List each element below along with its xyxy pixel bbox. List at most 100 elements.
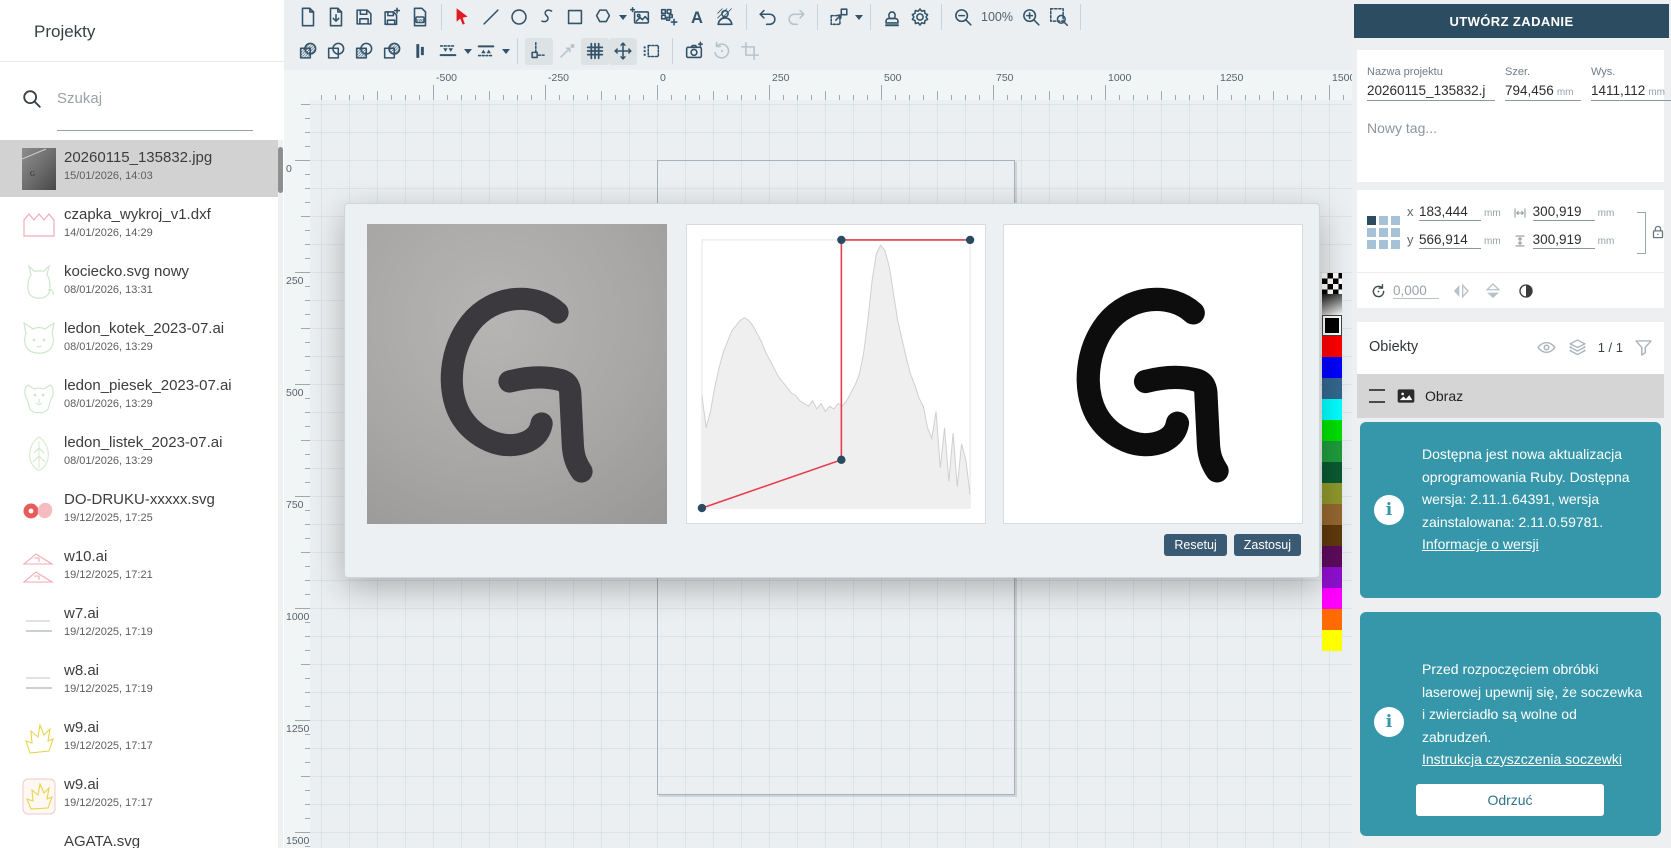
curve-node[interactable]: [698, 504, 706, 512]
version-info-link[interactable]: Informacje o wersji: [1422, 533, 1539, 556]
project-item[interactable]: ledon_listek_2023-07.ai08/01/2026, 13:29: [0, 425, 278, 482]
object-width-field[interactable]: 300,919: [1533, 204, 1595, 221]
new-file-icon[interactable]: [294, 4, 322, 31]
save-as-icon[interactable]: [378, 4, 406, 31]
align-center-icon[interactable]: [406, 38, 434, 65]
exclude-icon[interactable]: [378, 38, 406, 65]
chevron-down-icon[interactable]: [855, 15, 863, 20]
undo-icon[interactable]: [754, 4, 782, 31]
visibility-eye-icon[interactable]: [1536, 337, 1557, 358]
curve-node[interactable]: [837, 456, 845, 464]
color-swatch[interactable]: [1322, 567, 1342, 588]
scale-icon[interactable]: [553, 38, 581, 65]
color-swatch[interactable]: [1322, 378, 1342, 399]
camera-icon[interactable]: [680, 38, 708, 65]
zoom-in-icon[interactable]: [1017, 4, 1045, 31]
project-height-field[interactable]: 1411,112mm: [1591, 83, 1671, 101]
invert-icon[interactable]: [1517, 282, 1535, 300]
flip-horizontal-icon[interactable]: [1451, 281, 1471, 301]
color-swatch[interactable]: [1322, 315, 1342, 336]
rectangle-tool-icon[interactable]: [561, 4, 589, 31]
project-item[interactable]: w8.ai19/12/2025, 17:19: [0, 653, 278, 710]
image-tool-icon[interactable]: [627, 4, 655, 31]
curve-node[interactable]: [966, 236, 974, 244]
align-bottom-icon[interactable]: [434, 38, 462, 65]
color-swatch[interactable]: [1322, 546, 1342, 567]
union-icon[interactable]: [294, 38, 322, 65]
snap-icon[interactable]: [525, 38, 553, 65]
lock-aspect-icon[interactable]: [1649, 223, 1667, 241]
flip-vertical-icon[interactable]: [1483, 281, 1503, 301]
import-file-icon[interactable]: [322, 4, 350, 31]
reset-button[interactable]: Resetuj: [1164, 534, 1226, 556]
chevron-down-icon[interactable]: [502, 49, 510, 54]
rotation-field[interactable]: 0,000: [1393, 283, 1439, 299]
project-name-field[interactable]: 20260115_135832.j: [1367, 83, 1495, 101]
text-tool-icon[interactable]: A: [683, 4, 711, 31]
pan-icon[interactable]: [609, 38, 637, 65]
project-search[interactable]: Szukaj: [0, 84, 284, 134]
apply-button[interactable]: Zastosuj: [1234, 534, 1301, 556]
drag-handle-icon[interactable]: [1369, 389, 1385, 403]
zoom-out-icon[interactable]: [949, 4, 977, 31]
chevron-down-icon[interactable]: [464, 49, 472, 54]
color-swatch[interactable]: [1322, 336, 1342, 357]
project-item[interactable]: ledon_kotek_2023-07.ai08/01/2026, 13:29: [0, 311, 278, 368]
grid-icon[interactable]: [581, 38, 609, 65]
marquee-icon[interactable]: [637, 38, 665, 65]
color-swatch[interactable]: [1322, 483, 1342, 504]
project-item[interactable]: AGATA.svg: [0, 824, 278, 848]
engrave-tool-icon[interactable]: [711, 4, 739, 31]
project-item[interactable]: ledon_piesek_2023-07.ai08/01/2026, 13:29: [0, 368, 278, 425]
settings-icon[interactable]: [906, 4, 934, 31]
lens-instruction-link[interactable]: Instrukcja czyszczenia soczewki: [1422, 748, 1622, 771]
color-swatch[interactable]: [1322, 357, 1342, 378]
histogram-curve-editor[interactable]: [686, 224, 986, 524]
project-item[interactable]: kociecko.svg nowy08/01/2026, 13:31: [0, 254, 278, 311]
sidebar-scrollbar[interactable]: [278, 140, 283, 848]
project-item[interactable]: w10.ai19/12/2025, 17:21: [0, 539, 278, 596]
intersect-icon[interactable]: [350, 38, 378, 65]
x-field[interactable]: 183,444: [1419, 204, 1481, 221]
scrollbar-thumb[interactable]: [278, 147, 283, 193]
zoom-area-icon[interactable]: [1045, 4, 1073, 31]
color-swatch[interactable]: [1322, 609, 1342, 630]
color-swatch[interactable]: [1322, 294, 1342, 315]
project-item[interactable]: G20260115_135832.jpg15/01/2026, 14:03: [0, 140, 278, 197]
align-top-icon[interactable]: [472, 38, 500, 65]
subtract-icon[interactable]: [322, 38, 350, 65]
color-swatch[interactable]: [1322, 630, 1342, 651]
project-item[interactable]: DO-DRUKU-xxxxx.svg19/12/2025, 17:25: [0, 482, 278, 539]
dismiss-button[interactable]: Odrzuć: [1416, 784, 1604, 816]
svg-file-icon[interactable]: SVG: [406, 4, 434, 31]
chevron-down-icon[interactable]: [619, 15, 627, 20]
transform-tool-icon[interactable]: [825, 4, 853, 31]
crop-icon[interactable]: [736, 38, 764, 65]
ellipse-tool-icon[interactable]: [505, 4, 533, 31]
reset-rotation-icon[interactable]: [708, 38, 736, 65]
select-cursor-icon[interactable]: [449, 4, 477, 31]
layers-icon[interactable]: [1567, 337, 1588, 358]
line-tool-icon[interactable]: [477, 4, 505, 31]
filter-icon[interactable]: [1633, 337, 1654, 358]
y-field[interactable]: 566,914: [1419, 232, 1481, 249]
project-width-field[interactable]: 794,456mm: [1505, 83, 1581, 101]
color-swatch[interactable]: [1322, 525, 1342, 546]
color-swatch[interactable]: [1322, 399, 1342, 420]
project-item[interactable]: w7.ai19/12/2025, 17:19: [0, 596, 278, 653]
color-swatch[interactable]: [1322, 588, 1342, 609]
curve-node[interactable]: [837, 236, 845, 244]
project-item[interactable]: czapka_wykroj_v1.dxf14/01/2026, 14:29: [0, 197, 278, 254]
redo-icon[interactable]: [782, 4, 810, 31]
save-icon[interactable]: [350, 4, 378, 31]
trace-tool-icon[interactable]: [655, 4, 683, 31]
color-swatch[interactable]: [1322, 441, 1342, 462]
create-job-button[interactable]: UTWÓRZ ZADANIE: [1354, 4, 1669, 38]
anchor-grid[interactable]: [1367, 216, 1400, 249]
color-swatch[interactable]: [1322, 420, 1342, 441]
color-swatch[interactable]: [1322, 504, 1342, 525]
rotation-icon[interactable]: [1369, 282, 1388, 301]
color-swatch[interactable]: [1322, 462, 1342, 483]
polygon-tool-icon[interactable]: [589, 4, 617, 31]
object-height-field[interactable]: 300,919: [1533, 232, 1595, 249]
